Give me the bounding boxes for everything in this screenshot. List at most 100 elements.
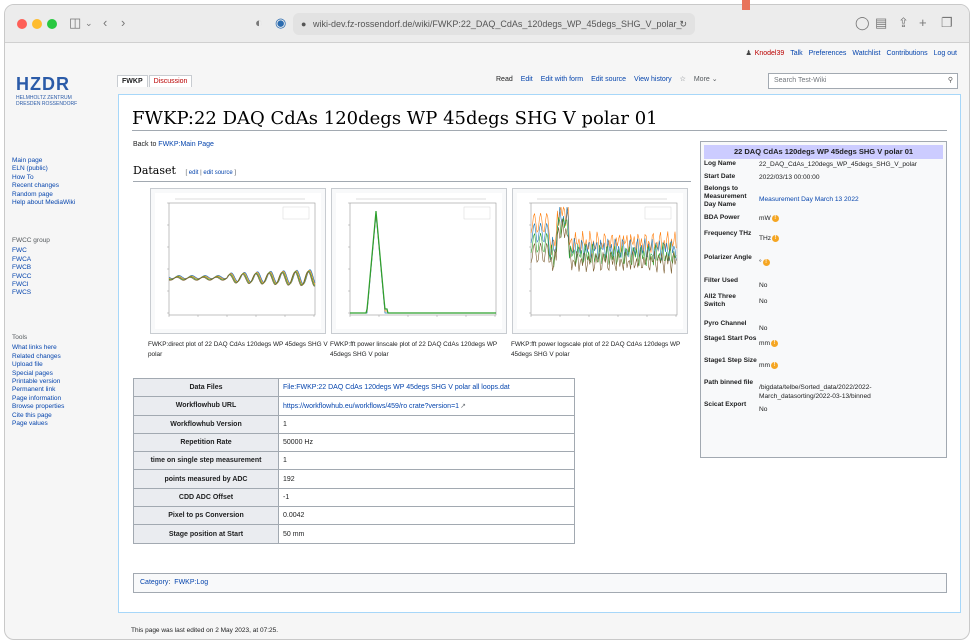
- infobox-key: Pyro Channel: [704, 320, 747, 327]
- tab-page[interactable]: FWKP: [117, 75, 148, 87]
- infobox-value-cell: No: [759, 324, 944, 333]
- sidebar-item-eln-public-[interactable]: ELN (public): [12, 165, 75, 173]
- shield-icon[interactable]: ◐: [255, 15, 263, 31]
- table-row: Workflowhub URL https://workflowhub.eu/wo…: [133, 396, 575, 416]
- warning-icon[interactable]: !: [771, 214, 779, 222]
- warning-icon[interactable]: !: [771, 361, 778, 369]
- edit-source-section-link[interactable]: edit source: [203, 170, 232, 176]
- chevron-down-icon[interactable]: ⌄: [85, 15, 93, 31]
- marker-icon: [742, 0, 750, 10]
- logout-link[interactable]: Log out: [934, 50, 957, 57]
- sidebar-item-fwcs[interactable]: FWCS: [12, 289, 50, 297]
- sidebar-item-fwci[interactable]: FWCI: [12, 281, 50, 289]
- tabs-overview-icon[interactable]: ❐: [941, 15, 953, 31]
- new-tab-icon[interactable]: +: [919, 15, 927, 31]
- table-value-link[interactable]: https://workflowhub.eu/workflows/459/ro …: [283, 403, 459, 410]
- reload-icon[interactable]: ↻: [679, 13, 687, 35]
- back-text: Back to: [133, 141, 159, 148]
- thumbnail-fft-linscale[interactable]: [331, 188, 507, 334]
- footer-last-edited: This page was last edited on 2 May 2023,…: [131, 627, 279, 634]
- fft-linscale-plot-image: [336, 193, 502, 329]
- sidebar-item-what-links-here[interactable]: What links here: [12, 344, 64, 352]
- zoom-window-button[interactable]: [47, 19, 57, 29]
- infobox-key: BDA Power: [704, 214, 740, 221]
- table-value-cell: 1: [278, 451, 575, 471]
- sidebar-item-upload-file[interactable]: Upload file: [12, 361, 64, 369]
- warning-icon[interactable]: !: [772, 234, 780, 242]
- extension-icon[interactable]: ◉: [275, 15, 286, 31]
- sidebar-item-main-page[interactable]: Main page: [12, 157, 75, 165]
- table-key-cell: points measured by ADC: [133, 469, 279, 489]
- table-row: Workflowhub Version 1: [133, 414, 575, 434]
- sidebar-item-related-changes[interactable]: Related changes: [12, 353, 64, 361]
- search-input[interactable]: Search Test-Wiki ⚲: [768, 73, 958, 89]
- tab-edit[interactable]: Edit: [521, 76, 533, 83]
- table-value-cell: File:FWKP:22 DAQ CdAs 120degs WP 45degs …: [278, 377, 575, 398]
- sidebar-item-browse-properties[interactable]: Browse properties: [12, 403, 64, 411]
- download-icon[interactable]: ◯: [855, 15, 870, 31]
- sidebar-item-fwcb[interactable]: FWCB: [12, 264, 50, 272]
- share-icon[interactable]: ⇪: [898, 15, 909, 31]
- section-title: Dataset: [133, 164, 176, 177]
- watchlist-link[interactable]: Watchlist: [852, 50, 880, 57]
- infobox-value-cell: Measurement Day March 13 2022: [759, 195, 944, 204]
- star-icon[interactable]: ☆: [680, 76, 686, 83]
- edit-section-link[interactable]: edit: [189, 170, 199, 176]
- sidebar-item-cite-this-page[interactable]: Cite this page: [12, 412, 64, 420]
- close-window-button[interactable]: [17, 19, 27, 29]
- tab-edit-with-form[interactable]: Edit with form: [541, 76, 583, 83]
- warning-icon[interactable]: !: [771, 339, 778, 347]
- sidebar-item-printable-version[interactable]: Printable version: [12, 378, 64, 386]
- sidebar-item-how-to[interactable]: How To: [12, 174, 75, 182]
- infobox: 22 DAQ CdAs 120degs WP 45degs SHG V pola…: [700, 141, 947, 458]
- preferences-link[interactable]: Preferences: [809, 50, 847, 57]
- sidebar-item-page-information[interactable]: Page information: [12, 395, 64, 403]
- table-value-cell: 1: [278, 414, 575, 434]
- data-table: Data Files File:FWKP:22 DAQ CdAs 120degs …: [133, 377, 575, 544]
- category-label-link[interactable]: Category: [140, 579, 168, 586]
- sidebar-item-help-about-mediawiki[interactable]: Help about MediaWiki: [12, 199, 75, 207]
- infobox-value-cell: mm!: [759, 339, 944, 348]
- table-value-link[interactable]: File:FWKP:22 DAQ CdAs 120degs WP 45degs …: [283, 384, 510, 391]
- tab-discussion[interactable]: Discussion: [148, 75, 193, 87]
- infobox-value-link[interactable]: Measurement Day March 13 2022: [759, 196, 859, 203]
- sidebar-item-recent-changes[interactable]: Recent changes: [12, 182, 75, 190]
- tab-view-history[interactable]: View history: [634, 76, 672, 83]
- user-link[interactable]: Knodel39: [755, 50, 785, 57]
- back-icon[interactable]: ‹: [103, 15, 107, 31]
- back-link[interactable]: FWKP:Main Page: [158, 141, 214, 148]
- thumbnail-direct-plot[interactable]: [150, 188, 326, 334]
- table-row: Repetition Rate 50000 Hz: [133, 432, 575, 453]
- forward-icon[interactable]: ›: [121, 15, 125, 31]
- sidebar-icon[interactable]: ◫: [69, 15, 81, 31]
- sidebar-fwcc-group: FWCC group FWC FWCA FWCB FWCC FWCI FWCS: [12, 237, 50, 298]
- sidebar-item-special-pages[interactable]: Special pages: [12, 370, 64, 378]
- site-logo[interactable]: HZDR HELMHOLTZ ZENTRUM DRESDEN ROSSENDOR…: [16, 74, 77, 107]
- privacy-icon[interactable]: ▤: [875, 15, 887, 31]
- minimize-window-button[interactable]: [32, 19, 42, 29]
- fft-logscale-plot-image: [517, 193, 683, 329]
- sidebar-item-permanent-link[interactable]: Permanent link: [12, 386, 64, 394]
- category-link[interactable]: FWKP:Log: [174, 579, 208, 586]
- address-bar[interactable]: ● wiki-dev.fz-rossendorf.de/wiki/FWKP:22…: [293, 13, 695, 35]
- tab-edit-source[interactable]: Edit source: [591, 76, 626, 83]
- sidebar-item-random-page[interactable]: Random page: [12, 191, 75, 199]
- contributions-link[interactable]: Contributions: [886, 50, 927, 57]
- more-menu[interactable]: More ⌄: [694, 76, 718, 83]
- warning-icon[interactable]: !: [762, 258, 770, 266]
- sidebar-item-page-values[interactable]: Page values: [12, 420, 64, 428]
- infobox-key: Scicat Export: [704, 401, 747, 408]
- thumbnail-fft-logscale[interactable]: [512, 188, 688, 334]
- infobox-value: °: [759, 259, 762, 266]
- user-icon: ♟: [745, 50, 752, 57]
- infobox-value: mm: [759, 362, 770, 369]
- logo-name: HZDR: [16, 74, 70, 94]
- talk-link[interactable]: Talk: [790, 50, 802, 57]
- sidebar-item-fwca[interactable]: FWCA: [12, 256, 50, 264]
- sidebar-item-fwc[interactable]: FWC: [12, 247, 50, 255]
- sidebar-item-fwcc[interactable]: FWCC: [12, 273, 50, 281]
- logo-line2: DRESDEN ROSSENDORF: [16, 101, 78, 107]
- tab-read[interactable]: Read: [496, 76, 513, 83]
- search-icon[interactable]: ⚲: [948, 76, 953, 84]
- table-value-text: -1: [283, 493, 290, 501]
